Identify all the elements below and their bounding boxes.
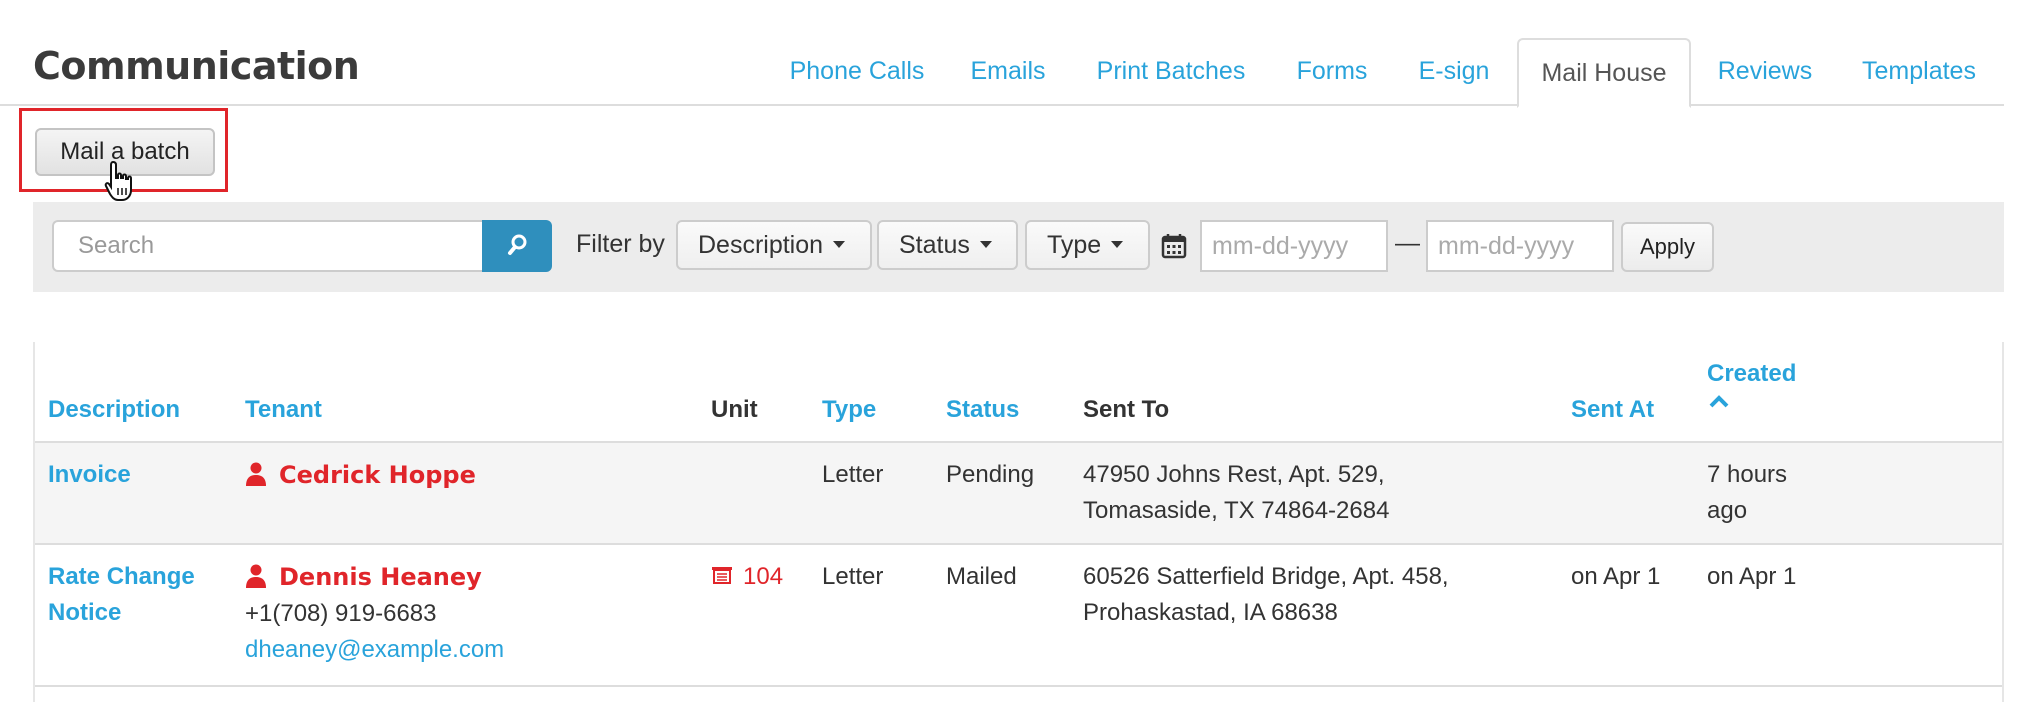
created-cell: on Apr 1 — [1707, 563, 1797, 590]
type-filter-label: Type — [1047, 231, 1102, 259]
tab-phone-calls[interactable]: Phone Calls — [782, 38, 932, 104]
tenant-name-link[interactable]: Cedrick Hoppe — [279, 461, 476, 489]
search-input[interactable] — [52, 220, 484, 272]
tab-mail-house[interactable]: Mail House — [1517, 38, 1691, 108]
tab-print-batches[interactable]: Print Batches — [1090, 38, 1252, 104]
type-cell: Letter — [822, 461, 884, 488]
search-button[interactable] — [482, 220, 552, 272]
row-description-link[interactable]: Invoice — [48, 457, 131, 493]
calendar-icon — [1161, 234, 1187, 259]
date-to-input[interactable] — [1426, 220, 1614, 272]
type-cell: Letter — [822, 563, 884, 590]
mail-house-table: Description Tenant Unit Type Status Sent… — [33, 342, 2004, 702]
status-cell: Mailed — [946, 563, 1017, 590]
address-line-1: 60526 Satterfield Bridge, Apt. 458, — [1083, 563, 1449, 590]
sort-ascending-icon — [1709, 395, 1729, 408]
search-icon — [508, 234, 527, 255]
sent-to-cell: 47950 Johns Rest, Apt. 529, Tomasaside, … — [1083, 457, 1389, 529]
tab-forms[interactable]: Forms — [1290, 38, 1374, 104]
column-header-status[interactable]: Status — [946, 396, 1019, 424]
date-range-separator: — — [1395, 229, 1420, 257]
tenant-email-link[interactable]: dheaney@example.com — [245, 632, 504, 668]
created-cell: 7 hours ago — [1707, 457, 1787, 529]
filter-bar: Filter by Description Status Type — Appl… — [33, 202, 2004, 292]
tab-e-sign[interactable]: E-sign — [1409, 38, 1499, 104]
building-icon — [712, 567, 732, 584]
apply-button[interactable]: Apply — [1621, 222, 1714, 272]
column-header-type[interactable]: Type — [822, 396, 876, 424]
table-row: Invoice Cedrick Hoppe Letter Pending 479… — [35, 443, 2002, 545]
address-line-2: Prohaskastad, IA 68638 — [1083, 599, 1338, 626]
address-line-1: 47950 Johns Rest, Apt. 529, — [1083, 461, 1385, 488]
hand-pointer-cursor-icon — [104, 160, 132, 201]
tab-bar-divider — [0, 104, 2004, 106]
type-filter-dropdown[interactable]: Type — [1025, 220, 1150, 270]
tenant-cell: Dennis Heaney +1(708) 919-6683 dheaney@e… — [245, 559, 504, 668]
search-group — [52, 220, 552, 272]
unit-number: 104 — [743, 563, 784, 590]
tab-templates[interactable]: Templates — [1855, 38, 1983, 104]
column-header-created[interactable]: Created — [1707, 360, 1796, 419]
person-icon — [246, 564, 266, 588]
column-header-unit: Unit — [711, 396, 758, 423]
sent-at-cell: on Apr 1 — [1571, 563, 1661, 590]
created-line-1: 7 hours — [1707, 461, 1788, 488]
unit-link[interactable]: 104 — [711, 559, 783, 595]
tenant-cell: Cedrick Hoppe — [245, 457, 476, 494]
sent-to-cell: 60526 Satterfield Bridge, Apt. 458, Proh… — [1083, 559, 1449, 631]
address-line-2: Tomasaside, TX 74864-2684 — [1083, 497, 1390, 524]
column-header-description[interactable]: Description — [48, 396, 180, 424]
date-from-input[interactable] — [1200, 220, 1388, 272]
created-line-2: ago — [1707, 497, 1748, 524]
column-header-tenant[interactable]: Tenant — [245, 396, 322, 424]
tab-reviews[interactable]: Reviews — [1712, 38, 1818, 104]
person-icon — [246, 462, 266, 486]
description-filter-dropdown[interactable]: Description — [676, 220, 872, 270]
chevron-down-icon — [1111, 240, 1124, 248]
status-filter-dropdown[interactable]: Status — [877, 220, 1018, 270]
chevron-down-icon — [833, 240, 846, 248]
status-cell: Pending — [946, 461, 1035, 488]
chevron-down-icon — [979, 240, 992, 248]
column-header-sent-to: Sent To — [1083, 396, 1170, 423]
column-header-sent-at[interactable]: Sent At — [1571, 396, 1654, 424]
column-header-created-label: Created — [1707, 360, 1797, 387]
description-filter-label: Description — [698, 231, 824, 259]
description-line-1: Rate Change — [48, 563, 195, 590]
tab-bar: Phone Calls Emails Print Batches Forms E… — [0, 38, 2004, 108]
description-line-2: Notice — [48, 599, 122, 626]
filter-by-label: Filter by — [576, 230, 665, 258]
row-description-link[interactable]: Rate Change Notice — [48, 559, 195, 631]
tenant-name-link[interactable]: Dennis Heaney — [279, 563, 482, 591]
table-row: Rate Change Notice Dennis Heaney +1(708)… — [35, 545, 2002, 687]
tenant-phone: +1(708) 919-6683 — [245, 600, 437, 627]
tab-emails[interactable]: Emails — [961, 38, 1055, 104]
status-filter-label: Status — [899, 231, 970, 259]
